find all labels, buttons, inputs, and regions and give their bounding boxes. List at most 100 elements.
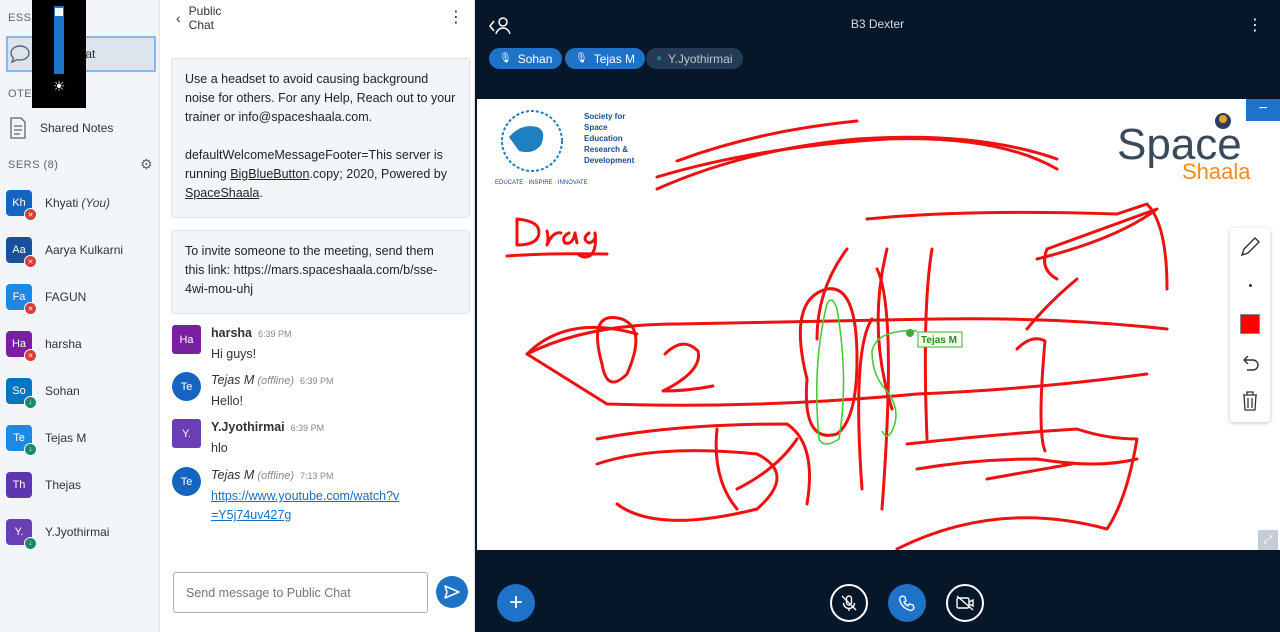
color-swatch [1240, 314, 1260, 334]
muted-mic-icon: ✕ [24, 255, 37, 268]
message-content: Tejas M (offline) 6:39 PM Hello! [211, 372, 334, 411]
talker-pill[interactable]: 🎙 Sohan [489, 48, 563, 69]
user-row[interactable]: Th Thejas [6, 463, 156, 507]
message-link[interactable]: https://www.youtube.com/watch?v=Y5j74uv4… [211, 487, 401, 525]
shared-notes-label: Shared Notes [40, 121, 114, 135]
brightness-slider[interactable]: ☀ [32, 0, 86, 108]
avatar-initials: Kh [12, 197, 26, 209]
user-name: FAGUN [45, 290, 86, 304]
user-name-text: Aarya Kulkarni [45, 243, 124, 257]
avatar-initials: Th [12, 479, 26, 491]
user-name: Y.Jyothirmai [45, 525, 109, 539]
user-avatar: So ↓ [6, 378, 37, 409]
settings-gear-icon[interactable]: ⚙ [140, 157, 154, 171]
user-name-text: FAGUN [45, 290, 87, 304]
chat-message: Te Tejas M (offline) 6:39 PM Hello! [172, 372, 462, 411]
sserd-line-1: Society for [584, 112, 625, 121]
message-body: https://www.youtube.com/watch?v=Y5j74uv4… [211, 487, 401, 525]
message-sender: Tejas M [211, 373, 255, 387]
brightness-handle[interactable] [55, 8, 63, 16]
message-time: 7:13 PM [300, 471, 334, 481]
sserd-logo: Society for Space Education Research & D… [495, 110, 635, 186]
camera-off-icon [956, 595, 974, 611]
undo-button[interactable] [1230, 344, 1270, 382]
brightness-track[interactable] [54, 6, 64, 74]
leave-audio-button[interactable] [888, 584, 926, 622]
chat-message-input[interactable] [173, 572, 428, 613]
sserd-line-5: Development [584, 156, 635, 165]
user-row[interactable]: Fa ✕ FAGUN [6, 275, 156, 319]
user-avatar: Aa ✕ [6, 237, 37, 268]
chat-title: Public Chat [188, 4, 222, 32]
shared-notes-item[interactable]: Shared Notes [6, 110, 156, 146]
users-section-label: SERS (8) [8, 159, 59, 171]
clear-all-button[interactable] [1230, 382, 1270, 420]
user-name: Khyati (You) [45, 196, 110, 210]
user-avatar: Th [6, 472, 32, 498]
microphone-muted-icon [841, 595, 857, 611]
user-name-text: Sohan [45, 384, 80, 398]
sserd-line-2: Space [584, 123, 608, 132]
pencil-icon [1240, 237, 1260, 257]
minus-icon: − [1258, 100, 1268, 117]
invite-message: To invite someone to the meeting, send t… [171, 230, 470, 314]
send-message-button[interactable] [436, 576, 468, 608]
chat-message: Ha harsha 6:39 PM Hi guys! [172, 325, 462, 364]
user-row[interactable]: Kh ✕ Khyati (You) [6, 181, 156, 225]
talker-pill[interactable]: ● Y.Jyothirmai [646, 48, 743, 69]
user-row[interactable]: Y. ↓ Y.Jyothirmai [6, 510, 156, 554]
talker-pill[interactable]: 🎙 Tejas M [565, 48, 646, 69]
welcome-footer-mid: .copy; 2020, Powered by [309, 167, 448, 181]
user-row[interactable]: So ↓ Sohan [6, 369, 156, 413]
offline-label: (offline) [257, 375, 294, 387]
welcome-line-2: defaultWelcomeMessageFooter=This server … [185, 146, 456, 203]
meeting-options-button[interactable]: ⋮ [1247, 16, 1263, 36]
user-avatar: Ha ✕ [6, 331, 37, 362]
message-time: 6:39 PM [290, 423, 325, 433]
chat-back-button[interactable]: ‹ Public Chat [176, 4, 236, 32]
user-avatar: Kh ✕ [6, 190, 37, 221]
user-avatar: Y. ↓ [6, 519, 37, 550]
actions-button[interactable]: + [497, 584, 535, 622]
user-name: Aarya Kulkarni [45, 243, 123, 257]
microphone-icon: 🎙 [575, 53, 588, 64]
remote-cursor-dot [906, 329, 914, 337]
color-tool-button[interactable] [1230, 305, 1270, 343]
phone-icon [898, 595, 915, 612]
red-annotations [505, 119, 1169, 550]
user-name-text: Thejas [45, 478, 82, 492]
bigbluebutton-link[interactable]: BigBlueButton [230, 167, 309, 181]
fullscreen-button[interactable]: ⤢ [1258, 530, 1278, 550]
spaceshaala-link[interactable]: SpaceShaala [185, 186, 259, 200]
message-time: 6:39 PM [258, 329, 292, 339]
whiteboard[interactable]: Society for Space Education Research & D… [477, 99, 1280, 550]
pen-tool-button[interactable] [1230, 228, 1270, 266]
avatar-initials: Y. [14, 526, 24, 538]
notes-icon [6, 116, 30, 140]
user-row[interactable]: Te ↓ Tejas M [6, 416, 156, 460]
message-avatar: Te [172, 467, 201, 496]
listen-only-icon: ↓ [24, 396, 37, 409]
offline-label: (offline) [257, 470, 294, 482]
more-vertical-icon: ⋮ [1247, 17, 1263, 34]
microphone-icon: 🎙 [499, 53, 512, 64]
avatar-initials: Te [13, 432, 25, 444]
thickness-tool-button[interactable] [1230, 266, 1270, 304]
message-content: Tejas M (offline) 7:13 PM https://www.youtu… [211, 467, 401, 525]
user-name-text: Khyati [45, 196, 79, 210]
message-header: Y.Jyothirmai 6:39 PM [211, 419, 324, 434]
user-name: Sohan [45, 384, 80, 398]
whiteboard-toolbar [1230, 228, 1270, 422]
sun-icon: ☀ [52, 78, 66, 94]
chat-options-button[interactable]: ⋮ [448, 8, 464, 28]
whiteboard-canvas[interactable]: Society for Space Education Research & D… [477, 99, 1280, 550]
message-body: hlo [211, 441, 228, 455]
share-webcam-button[interactable] [946, 584, 984, 622]
unmute-button[interactable] [830, 584, 868, 622]
message-sender: harsha [211, 326, 252, 340]
minimize-presentation-button[interactable]: − [1246, 99, 1280, 121]
user-row[interactable]: Aa ✕ Aarya Kulkarni [6, 228, 156, 272]
user-avatar: Te ↓ [6, 425, 37, 456]
meeting-title: B3 Dexter [850, 17, 905, 31]
user-row[interactable]: Ha ✕ harsha [6, 322, 156, 366]
